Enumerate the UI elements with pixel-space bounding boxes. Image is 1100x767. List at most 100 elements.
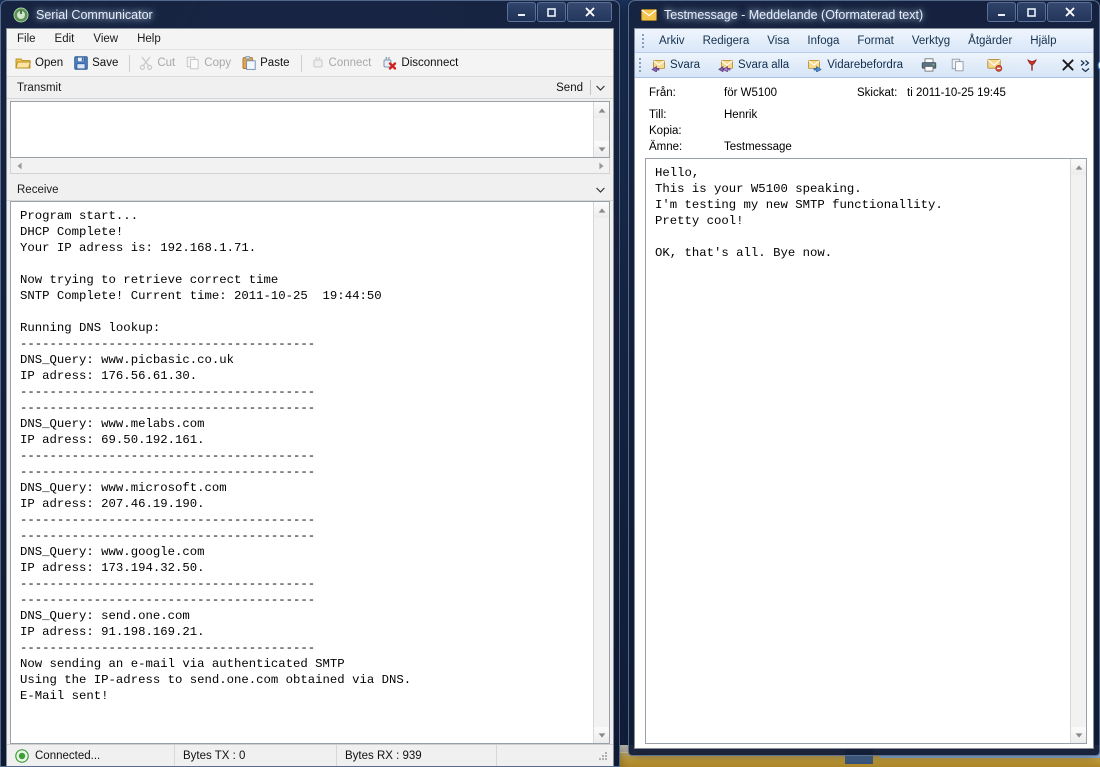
send-button[interactable]: Send [556,82,590,94]
menu-item-atgarder[interactable]: Åtgärder [959,33,1021,49]
cut-button-label: Cut [157,57,175,69]
mail-caption-buttons [986,2,1092,22]
menu-item-hjalp[interactable]: Hjälp [1021,33,1065,49]
header-row-subject: Ämne: Testmessage [635,141,1093,157]
envelope-icon [640,6,657,23]
save-button[interactable]: Save [74,56,118,70]
to-label: Till: [649,109,724,121]
copy-icon [186,56,200,70]
menu-item-redigera[interactable]: Redigera [694,33,759,49]
from-label: Från: [649,87,724,99]
app-round-icon [12,6,29,23]
scroll-up-icon[interactable] [594,202,609,218]
serial-window-title: Serial Communicator [36,8,153,22]
close-icon[interactable] [1047,2,1092,22]
mail-vertical-scrollbar[interactable] [1070,159,1086,743]
open-button-label: Open [35,57,63,69]
minimize-icon[interactable] [987,2,1016,22]
flag-icon [1025,58,1039,72]
reply-all-icon [718,59,734,72]
toolbar-separator-2 [301,55,302,72]
forward-button[interactable]: Vidarebefordra [802,58,908,73]
scroll-up-icon[interactable] [594,102,609,118]
status-resize-grip[interactable] [497,745,613,766]
receive-textarea-container[interactable]: Program start... DHCP Complete! Your IP … [10,201,610,744]
scissors-icon [139,56,153,70]
serial-menubar: File Edit View Help [7,29,613,50]
cut-button: Cut [139,56,175,70]
menu-item-verktyg[interactable]: Verktyg [903,33,959,49]
paste-button-label: Paste [260,57,289,69]
mail-message-window[interactable]: Testmessage - Meddelande (Oformaterad te… [628,0,1100,756]
toolbar-grip-icon[interactable] [639,57,641,73]
scroll-down-icon[interactable] [594,141,609,157]
mail-toolbar: Svara Svara alla [635,53,1093,78]
status-bytes-tx: Bytes TX : 0 [175,745,337,766]
maximize-icon[interactable] [537,2,566,22]
disconnect-button[interactable]: Disconnect [382,56,458,70]
save-button-label: Save [92,57,118,69]
subject-label: Ämne: [649,141,724,153]
print-icon [921,58,937,72]
serial-toolbar: Open Save [7,50,613,77]
serial-statusbar: Connected... Bytes TX : 0 Bytes RX : 939 [7,744,613,766]
scroll-down-icon[interactable] [594,727,609,743]
mail-client-area: Arkiv Redigera Visa Infoga Format Verkty… [634,28,1094,749]
mail-titlebar[interactable]: Testmessage - Meddelande (Oformaterad te… [634,1,1094,28]
menu-item-format[interactable]: Format [848,33,902,49]
status-connection: Connected... [7,745,175,766]
plug-disconnect-icon [382,56,397,70]
sent-label: Skickat: [857,87,897,99]
close-icon[interactable] [567,2,612,22]
menu-item-file[interactable]: File [15,31,45,47]
forward-icon [807,59,823,72]
paste-button[interactable]: Paste [242,56,289,70]
mail-window-frame: Testmessage - Meddelande (Oformaterad te… [628,0,1100,756]
open-button[interactable]: Open [15,56,63,70]
transmit-input[interactable] [11,102,593,157]
scroll-down-icon[interactable] [1071,727,1086,743]
delete-x-icon [1061,58,1075,72]
serial-titlebar[interactable]: Serial Communicator [6,1,614,28]
plug-connect-icon [311,56,325,70]
reply-all-button-label: Svara alla [738,59,789,71]
menubar-grip-icon[interactable] [639,33,646,49]
green-connected-icon [15,749,29,763]
mark-unread-button[interactable] [982,57,1012,73]
serial-communicator-window[interactable]: Serial Communicator File Edit View Help [0,0,620,767]
menu-item-view[interactable]: View [91,31,127,47]
reply-all-button[interactable]: Svara alla [713,58,794,73]
scroll-right-icon[interactable] [593,159,609,173]
header-row-from: Från: för W5100 Skickat: ti 2011-10-25 1… [635,87,1093,103]
toolbar-separator-1 [129,55,130,72]
transmit-textarea-container[interactable] [10,101,610,158]
help-button[interactable]: ? [1092,57,1100,74]
menu-item-arkiv[interactable]: Arkiv [650,33,694,49]
chevron-down-icon[interactable] [591,79,609,97]
receive-vertical-scrollbar[interactable] [593,202,609,743]
print-button[interactable] [916,57,946,73]
copy-button[interactable] [946,57,974,73]
subject-value: Testmessage [724,141,792,153]
status-bytes-rx: Bytes RX : 939 [337,745,497,766]
reply-button[interactable]: Svara [645,58,705,73]
mail-body-container[interactable]: Hello, This is your W5100 speaking. I'm … [645,158,1087,744]
toolbar-overflow-icon[interactable] [1078,54,1092,76]
folder-open-icon [15,56,31,70]
transmit-vertical-scrollbar[interactable] [593,102,609,157]
mark-unread-icon [987,58,1003,72]
minimize-icon[interactable] [507,2,536,22]
menu-item-infoga[interactable]: Infoga [798,33,848,49]
menu-item-edit[interactable]: Edit [53,31,84,47]
chevron-down-icon[interactable] [591,181,609,199]
receive-panel-title: Receive [17,184,59,196]
scroll-left-icon[interactable] [11,159,27,173]
status-connection-text: Connected... [35,750,100,762]
transmit-horizontal-scrollbar[interactable] [10,158,610,174]
flag-button[interactable] [1020,57,1048,73]
scroll-up-icon[interactable] [1071,159,1086,175]
menu-item-visa[interactable]: Visa [758,33,798,49]
maximize-icon[interactable] [1017,2,1046,22]
window-frame: Serial Communicator File Edit View Help [0,0,620,767]
menu-item-help[interactable]: Help [135,31,170,47]
